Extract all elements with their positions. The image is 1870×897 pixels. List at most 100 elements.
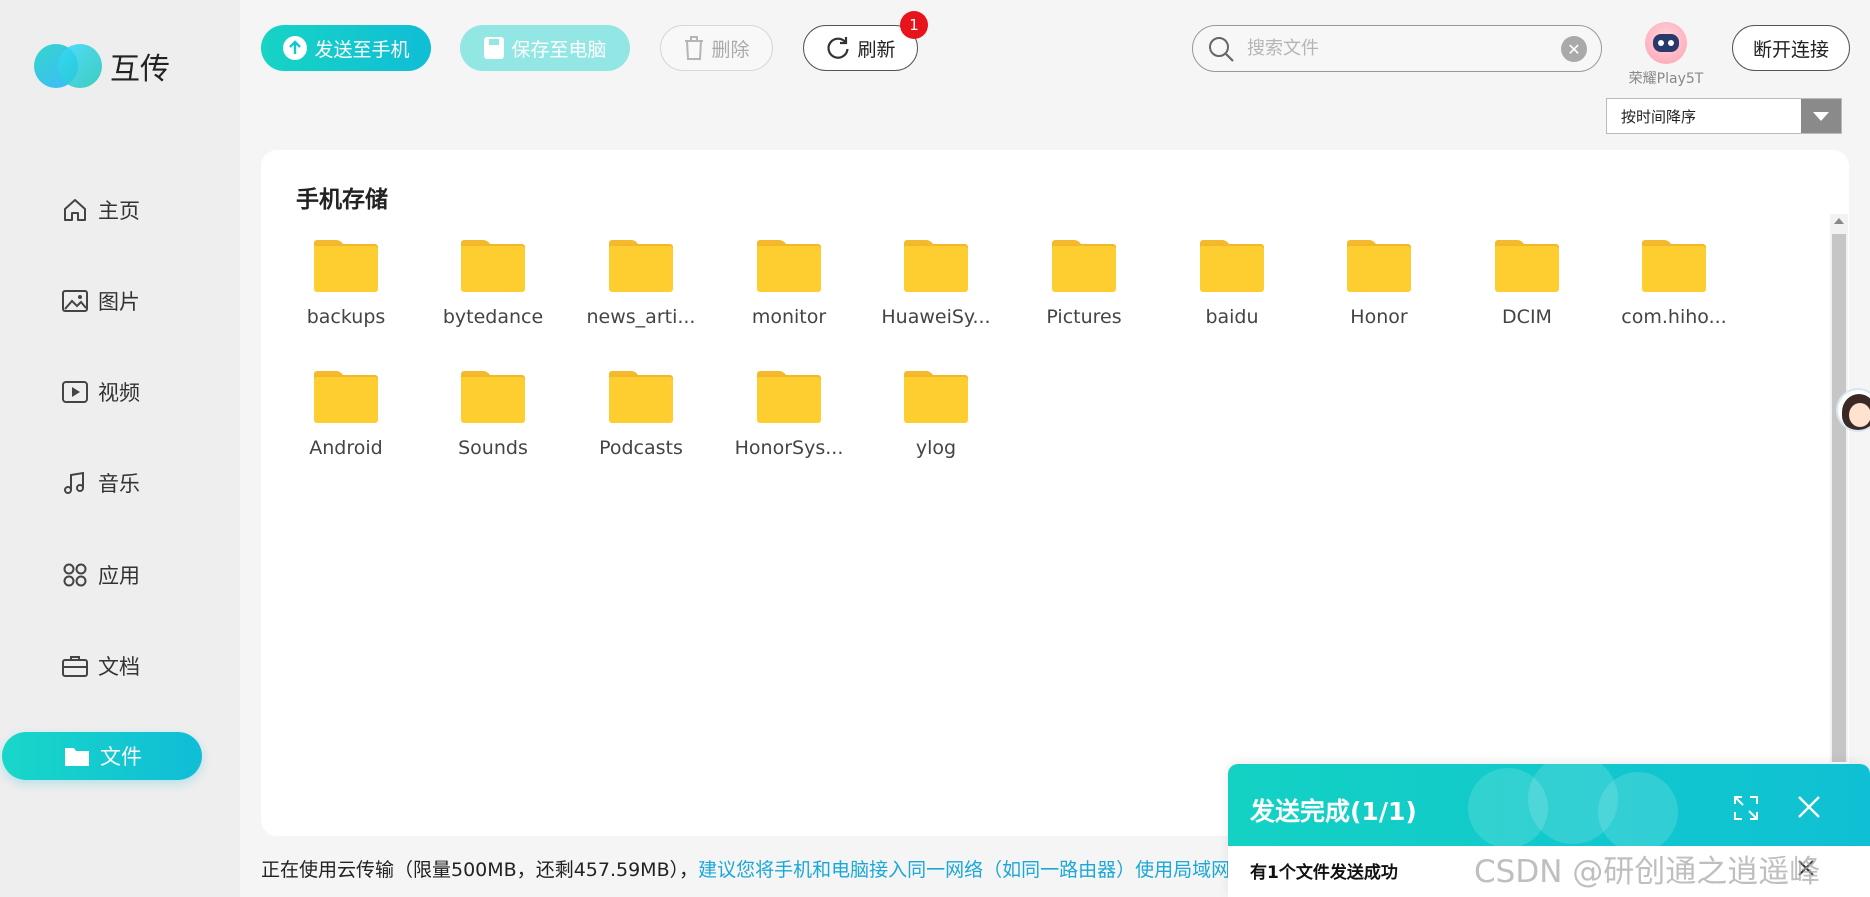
folder-item[interactable]: backups bbox=[286, 240, 406, 328]
folder-name: HuaweiSy... bbox=[881, 306, 991, 328]
music-icon bbox=[60, 468, 90, 498]
clear-search-icon[interactable]: ✕ bbox=[1561, 36, 1587, 62]
sidebar: 互传 主页 图片 视频 音乐 应用 文档 文件 bbox=[0, 0, 240, 897]
save-to-pc-button[interactable]: 保存至电脑 bbox=[460, 25, 630, 71]
sidebar-item-label: 文件 bbox=[100, 745, 142, 769]
folder-name: monitor bbox=[751, 306, 827, 328]
trash-icon bbox=[683, 35, 705, 61]
folder-icon bbox=[314, 371, 378, 423]
sidebar-item-apps[interactable]: 应用 bbox=[60, 551, 140, 599]
disconnect-button[interactable]: 断开连接 bbox=[1732, 25, 1850, 71]
folder-item[interactable]: Podcasts bbox=[581, 371, 701, 459]
sidebar-item-videos[interactable]: 视频 bbox=[60, 368, 140, 416]
home-icon bbox=[60, 195, 90, 225]
save-icon bbox=[483, 36, 505, 60]
scroll-up-icon[interactable] bbox=[1834, 218, 1844, 224]
folder-icon bbox=[757, 371, 821, 423]
send-to-phone-label: 发送至手机 bbox=[314, 38, 410, 61]
toast-header: 发送完成(1/1) bbox=[1228, 764, 1870, 852]
folder-icon bbox=[904, 240, 968, 292]
status-bar: 正在使用云传输（限量500MB，还剩457.59MB），建议您将手机和电脑接入同… bbox=[261, 855, 1249, 882]
folder-name: baidu bbox=[1205, 306, 1259, 328]
logo-icon bbox=[34, 42, 102, 90]
folder-name: Podcasts bbox=[599, 437, 683, 459]
sidebar-item-documents[interactable]: 文档 bbox=[60, 642, 140, 690]
folder-name: Sounds bbox=[458, 437, 528, 459]
folder-name: news_arti... bbox=[586, 306, 696, 328]
folder-name: Pictures bbox=[1046, 306, 1122, 328]
panel-title: 手机存储 bbox=[296, 187, 388, 213]
notification-badge: 1 bbox=[900, 11, 928, 39]
search-input[interactable] bbox=[1247, 34, 1537, 62]
app-title: 互传 bbox=[110, 52, 170, 87]
folder-icon bbox=[461, 371, 525, 423]
send-to-phone-button[interactable]: 发送至手机 bbox=[261, 25, 431, 71]
folder-item[interactable]: ylog bbox=[876, 371, 996, 459]
folder-item[interactable]: news_arti... bbox=[581, 240, 701, 328]
sidebar-item-label: 音乐 bbox=[98, 472, 140, 496]
expand-icon[interactable] bbox=[1732, 794, 1760, 826]
save-to-pc-label: 保存至电脑 bbox=[511, 38, 607, 61]
folder-icon bbox=[1347, 240, 1411, 292]
folder-item[interactable]: Android bbox=[286, 371, 406, 459]
folder-icon bbox=[1052, 240, 1116, 292]
folder-item[interactable]: monitor bbox=[729, 240, 849, 328]
folder-item[interactable]: baidu bbox=[1172, 240, 1292, 328]
scrollbar-thumb[interactable] bbox=[1832, 234, 1846, 762]
sidebar-item-music[interactable]: 音乐 bbox=[60, 459, 140, 507]
app-window: 互传 主页 图片 视频 音乐 应用 文档 文件 发送至手机 保存至电脑 删除 刷… bbox=[0, 0, 1870, 897]
folder-icon bbox=[461, 240, 525, 292]
refresh-icon bbox=[825, 35, 851, 61]
device-avatar bbox=[1645, 22, 1687, 64]
folder-item[interactable]: HuaweiSy... bbox=[876, 240, 996, 328]
connected-device[interactable]: 荣耀Play5T bbox=[1626, 22, 1706, 88]
folder-item[interactable]: bytedance bbox=[433, 240, 553, 328]
folder-name: ylog bbox=[915, 437, 957, 459]
folder-icon bbox=[609, 371, 673, 423]
sidebar-item-files[interactable]: 文件 bbox=[2, 732, 202, 780]
search-icon bbox=[1207, 35, 1235, 67]
delete-button[interactable]: 删除 bbox=[660, 25, 773, 71]
folder-item[interactable]: com.hiho... bbox=[1614, 240, 1734, 328]
apps-icon bbox=[60, 560, 90, 590]
refresh-button[interactable]: 刷新 bbox=[803, 25, 918, 71]
folder-icon bbox=[904, 371, 968, 423]
sidebar-item-images[interactable]: 图片 bbox=[60, 277, 140, 325]
device-name: 荣耀Play5T bbox=[1628, 71, 1704, 87]
folder-icon bbox=[62, 741, 92, 771]
folder-icon bbox=[1200, 240, 1264, 292]
app-logo: 互传 bbox=[34, 42, 170, 90]
sidebar-item-label: 视频 bbox=[98, 381, 140, 405]
folder-icon bbox=[757, 240, 821, 292]
folder-item[interactable]: Pictures bbox=[1024, 240, 1144, 328]
folder-item[interactable]: DCIM bbox=[1467, 240, 1587, 328]
folder-item[interactable]: Sounds bbox=[433, 371, 553, 459]
folder-name: backups bbox=[306, 306, 386, 328]
delete-label: 删除 bbox=[711, 38, 750, 61]
sidebar-item-home[interactable]: 主页 bbox=[60, 186, 140, 234]
folder-name: Honor bbox=[1350, 306, 1408, 328]
network-suggestion-link[interactable]: 建议您将手机和电脑接入同一网络（如同一路由器）使用局域网传 bbox=[698, 859, 1249, 881]
folder-name: Android bbox=[309, 437, 383, 459]
upload-icon bbox=[282, 35, 308, 61]
file-browser-panel: 手机存储 backups bytedance news_arti... moni… bbox=[261, 150, 1849, 836]
folder-icon bbox=[1495, 240, 1559, 292]
folder-item[interactable]: Honor bbox=[1319, 240, 1439, 328]
sort-selected-value: 按时间降序 bbox=[1621, 107, 1697, 126]
sidebar-item-label: 主页 bbox=[98, 199, 140, 223]
folder-icon bbox=[609, 240, 673, 292]
sort-select[interactable]: 按时间降序 bbox=[1606, 98, 1842, 134]
vertical-scrollbar[interactable] bbox=[1830, 214, 1848, 762]
refresh-label: 刷新 bbox=[857, 38, 896, 61]
folder-name: DCIM bbox=[1502, 306, 1552, 328]
search-box: ✕ bbox=[1192, 25, 1602, 72]
toast-title: 发送完成(1/1) bbox=[1250, 797, 1417, 826]
sidebar-item-label: 应用 bbox=[98, 564, 140, 588]
close-icon[interactable] bbox=[1796, 794, 1822, 824]
sidebar-item-label: 图片 bbox=[98, 290, 140, 314]
folder-name: com.hiho... bbox=[1621, 306, 1727, 328]
toast-message: 有1个文件发送成功 bbox=[1250, 863, 1398, 883]
folder-item[interactable]: HonorSys... bbox=[729, 371, 849, 459]
transfer-status-text: 正在使用云传输（限量500MB，还剩457.59MB）， bbox=[261, 859, 699, 881]
chevron-down-icon[interactable] bbox=[1801, 99, 1841, 133]
